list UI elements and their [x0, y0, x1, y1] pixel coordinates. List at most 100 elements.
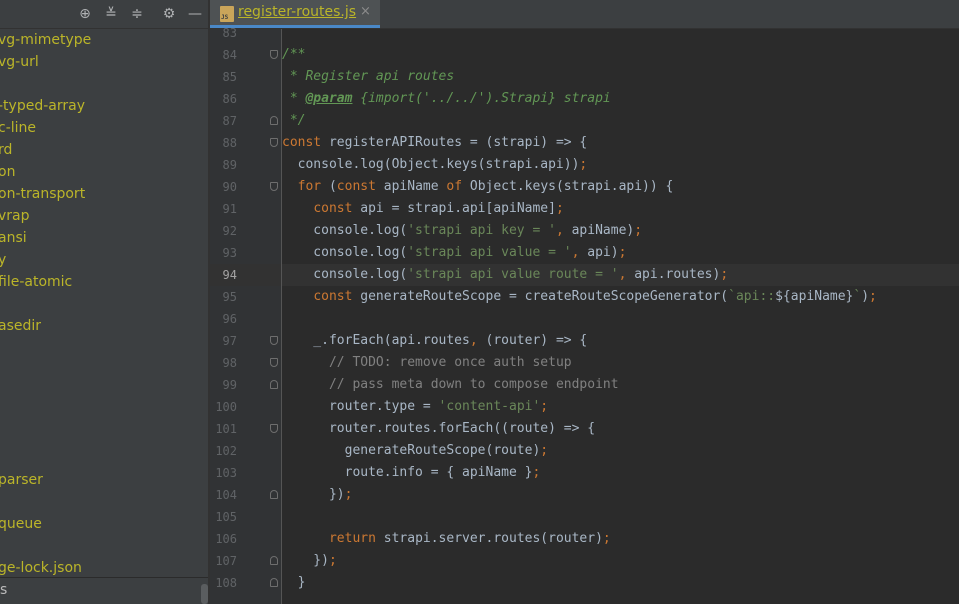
code-line[interactable]: 104 }); [210, 484, 959, 506]
tree-item[interactable]: vrap [0, 205, 30, 227]
tree-item[interactable]: y [0, 249, 6, 271]
code-line[interactable]: 108 } [210, 572, 959, 594]
tree-item[interactable]: c-line [0, 117, 36, 139]
line-number: 89 [222, 158, 237, 172]
tree-item[interactable]: asedir [0, 315, 41, 337]
code-text: // TODO: remove once auth setup [328, 355, 572, 370]
line-number: 108 [215, 576, 237, 590]
code-line[interactable]: 96 [210, 308, 959, 330]
code-line[interactable]: 97 _.forEach(api.routes, (router) => { [210, 330, 959, 352]
tree-item[interactable]: vg-mimetype [0, 29, 91, 51]
tree-item[interactable]: on-transport [0, 183, 85, 205]
line-number: 84 [222, 48, 237, 62]
expand-all-icon[interactable]: ≚ [102, 5, 120, 23]
code-line[interactable]: 84 /** [210, 44, 959, 66]
line-number: 93 [222, 246, 237, 260]
fold-marker-icon[interactable] [270, 50, 278, 59]
code-line[interactable]: 103 route.info = { apiName }; [210, 462, 959, 484]
line-number: 96 [222, 312, 237, 326]
line-number: 95 [222, 290, 237, 304]
tree-item[interactable]: -typed-array [0, 95, 85, 117]
sidebar-bottom-label: s [0, 582, 8, 598]
line-number: 88 [222, 136, 237, 150]
code-line[interactable]: 85 * Register api routes [210, 66, 959, 88]
code-line[interactable]: 107 }); [210, 550, 959, 572]
code-line[interactable]: 86 * @param {import('../../').Strapi} st… [210, 88, 959, 110]
fold-marker-icon[interactable] [270, 336, 278, 345]
tree-item[interactable]: ansi [0, 227, 27, 249]
js-file-icon: JS [220, 6, 234, 22]
code-line[interactable]: 101 router.routes.forEach((route) => { [210, 418, 959, 440]
code-line[interactable]: 95 const generateRouteScope = createRout… [210, 286, 959, 308]
line-number: 107 [215, 554, 237, 568]
code-line[interactable]: 100 router.type = 'content-api'; [210, 396, 959, 418]
code-text: _.forEach(api.routes, (router) => { [282, 333, 588, 348]
code-text: console.log('strapi api value = ', api); [282, 245, 627, 260]
line-number: 87 [222, 114, 237, 128]
code-text: generateRouteScope(route); [282, 443, 549, 458]
tree-item[interactable]: ge-lock.json [0, 557, 82, 579]
line-number: 90 [222, 180, 237, 194]
code-line[interactable]: 105 [210, 506, 959, 528]
line-number: 83 [222, 26, 237, 40]
code-line[interactable]: 92 console.log('strapi api key = ', apiN… [210, 220, 959, 242]
sidebar-bottom-panel: s [0, 577, 209, 604]
code-line[interactable]: 99 // pass meta down to compose endpoint [210, 374, 959, 396]
code-text: router.routes.forEach((route) => { [282, 421, 596, 436]
line-number: 97 [222, 334, 237, 348]
code-text: return strapi.server.routes(router); [328, 531, 611, 546]
line-number: 102 [215, 444, 237, 458]
code-line[interactable]: 106 return strapi.server.routes(router); [210, 528, 959, 550]
code-text: * Register api routes [282, 69, 455, 84]
fold-marker-icon[interactable] [270, 116, 278, 125]
code-editor[interactable]: 83 84/** 85 * Register api routes 86 * @par… [210, 26, 959, 604]
tree-item[interactable]: rd [0, 139, 12, 161]
project-sidebar: ⊕ ≚ ≑ ⚙ — vg-mimetype vg-url -typed-array c… [0, 0, 209, 604]
line-number: 98 [222, 356, 237, 370]
gear-icon[interactable]: ⚙ [160, 5, 178, 23]
code-text: }); [282, 487, 353, 502]
code-text: */ [282, 113, 306, 128]
code-text: // pass meta down to compose endpoint [328, 377, 619, 392]
code-line[interactable]: 83 [210, 22, 959, 44]
line-number: 85 [222, 70, 237, 84]
fold-marker-icon[interactable] [270, 490, 278, 499]
code-line[interactable]: 88 const registerAPIRoutes = (strapi) => … [210, 132, 959, 154]
collapse-all-icon[interactable]: ≑ [128, 5, 146, 23]
tree-item[interactable]: file-atomic [0, 271, 72, 293]
code-text: } [282, 575, 306, 590]
code-line[interactable]: 94 console.log('strapi api value route =… [210, 264, 959, 286]
code-line[interactable]: 93 console.log('strapi api value = ', ap… [210, 242, 959, 264]
tree-item[interactable]: on [0, 161, 15, 183]
fold-marker-icon[interactable] [270, 358, 278, 367]
minimize-icon[interactable]: — [186, 5, 204, 23]
tree-item[interactable]: parser [0, 469, 43, 491]
locate-icon[interactable]: ⊕ [76, 5, 94, 23]
code-line[interactable]: 91 const api = strapi.api[apiName]; [210, 198, 959, 220]
line-number: 91 [222, 202, 237, 216]
line-number: 94 [222, 268, 237, 282]
fold-marker-icon[interactable] [270, 578, 278, 587]
sidebar-scrollbar[interactable] [201, 584, 208, 604]
tree-item[interactable]: queue [0, 513, 42, 535]
close-icon[interactable]: × [360, 4, 371, 19]
line-number: 105 [215, 510, 237, 524]
code-text: const generateRouteScope = createRouteSc… [313, 289, 877, 304]
line-number: 106 [215, 532, 237, 546]
fold-marker-icon[interactable] [270, 424, 278, 433]
fold-marker-icon[interactable] [270, 138, 278, 147]
code-line[interactable]: 87 */ [210, 110, 959, 132]
code-text: for (const apiName of Object.keys(strapi… [297, 179, 674, 194]
fold-marker-icon[interactable] [270, 380, 278, 389]
fold-marker-icon[interactable] [270, 182, 278, 191]
tree-item[interactable]: vg-url [0, 51, 39, 73]
code-text: * @param {import('../../').Strapi} strap… [282, 91, 611, 106]
code-line[interactable]: 102 generateRouteScope(route); [210, 440, 959, 462]
code-line[interactable]: 98 // TODO: remove once auth setup [210, 352, 959, 374]
code-line[interactable]: 89 console.log(Object.keys(strapi.api)); [210, 154, 959, 176]
line-number: 104 [215, 488, 237, 502]
code-text: console.log('strapi api value route = ',… [282, 267, 729, 282]
fold-marker-icon[interactable] [270, 556, 278, 565]
code-text: const api = strapi.api[apiName]; [313, 201, 564, 216]
code-line[interactable]: 90 for (const apiName of Object.keys(str… [210, 176, 959, 198]
